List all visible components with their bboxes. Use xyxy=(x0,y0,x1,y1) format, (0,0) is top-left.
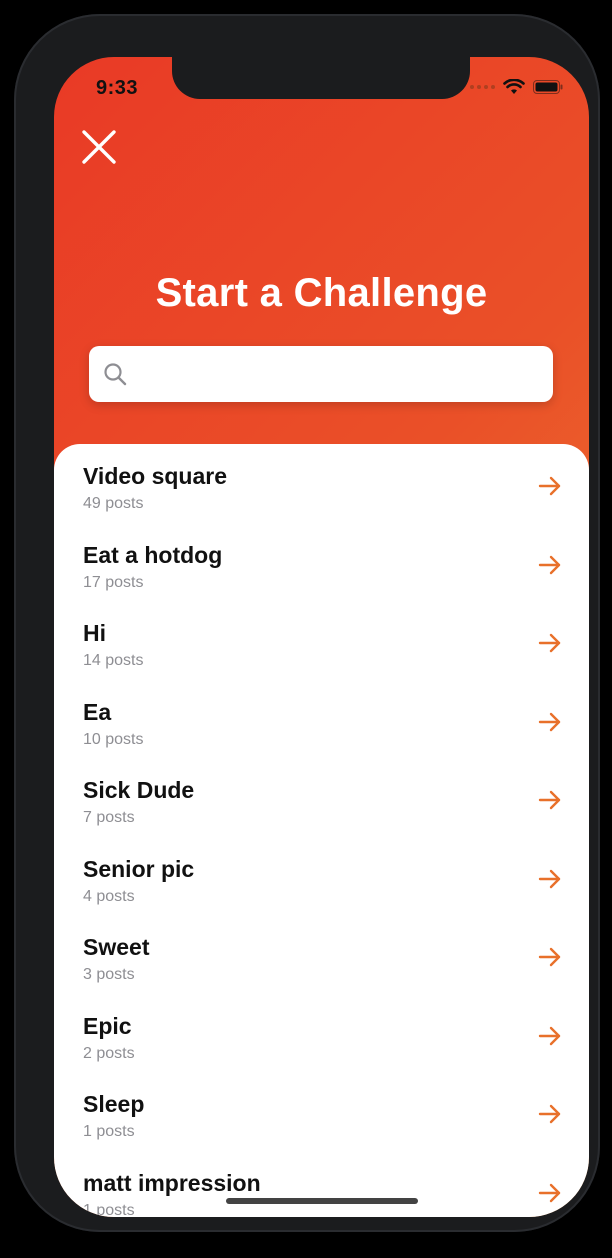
status-time: 9:33 xyxy=(96,77,139,99)
challenge-post-count: 14 posts xyxy=(83,652,144,669)
close-icon xyxy=(82,130,116,164)
challenge-title: Ea xyxy=(83,698,112,725)
signal-icon xyxy=(470,85,495,89)
search-icon xyxy=(104,363,127,386)
challenge-post-count: 7 posts xyxy=(83,809,135,826)
challenge-row[interactable]: Sleep 1 posts xyxy=(54,1072,589,1151)
challenge-row[interactable]: matt impression 1 posts xyxy=(54,1151,589,1218)
phone-frame: 9:33 Start a Challenge Video square 49 p… xyxy=(14,14,600,1232)
arrow-right-icon xyxy=(538,869,561,888)
challenge-row[interactable]: Sweet 3 posts xyxy=(54,915,589,994)
challenge-title: matt impression xyxy=(83,1169,261,1196)
challenge-sheet: Video square 49 posts Eat a hotdog 17 po… xyxy=(54,444,589,1217)
challenge-list: Video square 49 posts Eat a hotdog 17 po… xyxy=(54,444,589,1217)
challenge-title: Video square xyxy=(83,463,228,489)
challenge-title: Epic xyxy=(83,1012,132,1039)
challenge-post-count: 4 posts xyxy=(83,887,135,905)
arrow-right-icon xyxy=(538,1183,561,1202)
wifi-icon xyxy=(503,79,525,94)
challenge-post-count: 1 posts xyxy=(83,1123,135,1140)
search-input[interactable] xyxy=(127,345,553,403)
challenge-row[interactable]: Ea 10 posts xyxy=(54,680,589,759)
challenge-row[interactable]: Hi 14 posts xyxy=(54,601,589,680)
challenge-title: Hi xyxy=(83,620,106,646)
status-icons xyxy=(470,79,563,95)
challenge-title: Senior pic xyxy=(83,855,195,882)
challenge-title: Sick Dude xyxy=(83,777,195,803)
challenge-post-count: 49 posts xyxy=(83,495,144,512)
challenge-post-count: 10 posts xyxy=(83,730,144,748)
challenge-title: Eat a hotdog xyxy=(83,541,223,568)
challenge-post-count: 1 posts xyxy=(83,1201,135,1218)
page-title: Start a Challenge xyxy=(155,271,488,315)
challenge-row[interactable]: Eat a hotdog 17 posts xyxy=(54,523,589,602)
challenge-post-count: 2 posts xyxy=(83,1044,135,1062)
app-screen: 9:33 Start a Challenge Video square 49 p… xyxy=(54,57,589,1217)
challenge-row[interactable]: Video square 49 posts xyxy=(54,444,589,523)
arrow-right-icon xyxy=(538,790,561,810)
challenge-post-count: 17 posts xyxy=(83,573,144,591)
arrow-right-icon xyxy=(538,1104,561,1124)
arrow-right-icon xyxy=(538,476,561,496)
arrow-right-icon xyxy=(538,1026,561,1045)
notch xyxy=(172,57,470,99)
arrow-right-icon xyxy=(538,555,561,574)
battery-icon xyxy=(533,80,563,94)
arrow-right-icon xyxy=(538,712,561,731)
close-button[interactable] xyxy=(81,129,117,165)
challenge-row[interactable]: Senior pic 4 posts xyxy=(54,837,589,916)
challenge-post-count: 3 posts xyxy=(83,966,135,983)
arrow-right-icon xyxy=(538,947,561,967)
challenge-title: Sweet xyxy=(83,934,150,960)
search-bar[interactable] xyxy=(89,345,553,403)
home-indicator[interactable] xyxy=(226,1198,418,1204)
challenge-title: Sleep xyxy=(83,1091,145,1117)
arrow-right-icon xyxy=(538,633,561,653)
challenge-row[interactable]: Epic 2 posts xyxy=(54,994,589,1073)
challenge-row[interactable]: Sick Dude 7 posts xyxy=(54,758,589,837)
